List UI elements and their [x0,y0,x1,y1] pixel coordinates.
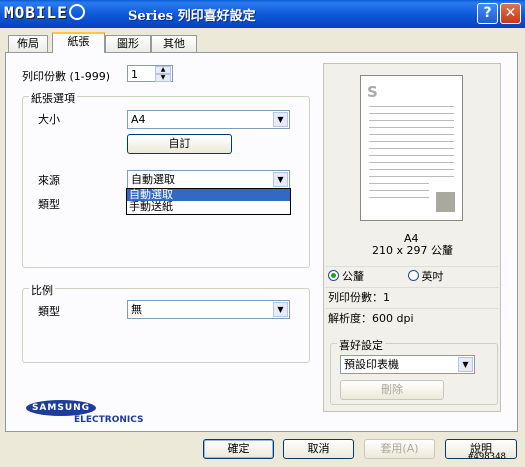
copies-spinner[interactable]: ▲ ▼ [155,66,171,83]
title-close-button[interactable]: ✕ [500,3,521,24]
apply-button[interactable]: 套用(A) [364,439,435,459]
delete-favorite-button[interactable]: 刪除 [340,380,444,400]
source-select[interactable]: 自動選取 ▼ [127,170,290,189]
unit-mm-radio[interactable]: 公釐 [328,270,364,283]
paper-dimensions: 210 x 297 公釐 [372,244,453,257]
unit-inch-radio[interactable]: 英吋 [407,270,444,283]
tab-other[interactable]: 其他 [151,35,197,52]
chevron-down-icon[interactable]: ▼ [273,112,288,127]
title-help-button[interactable]: ? [477,3,498,24]
window-title: Series 列印喜好設定 [128,9,256,24]
scaling-title: 比例 [29,282,55,298]
copies-label: 列印份數 (1-999) [22,70,111,83]
copies-info: 列印份數：1 [325,287,499,307]
app-logo: MOBILE [4,3,124,23]
scaling-type-select[interactable]: 無 ▼ [127,300,290,319]
copies-value: 1 [131,68,138,81]
radio-off-icon[interactable] [407,270,419,281]
custom-size-button[interactable]: 自訂 [127,134,232,154]
scaling-type-label: 類型 [38,305,60,318]
watermark-text: #498348 [468,452,506,462]
size-label: 大小 [38,113,60,126]
logo-ring-icon [68,4,85,20]
chevron-down-icon[interactable]: ▼ [458,357,473,372]
paper-options-title: 紙張選項 [29,90,77,106]
copies-input[interactable]: 1 ▲ ▼ [127,65,173,82]
size-value: A4 [131,113,146,126]
tab-graphics[interactable]: 圖形 [105,35,151,52]
logo-text: MOBILE [4,3,68,22]
favorites-title: 喜好設定 [337,337,385,353]
chevron-down-icon[interactable]: ▼ [273,172,288,187]
spin-down-icon[interactable]: ▼ [155,74,171,82]
tab-layout[interactable]: 佈局 [8,35,48,52]
favorites-select[interactable]: 預設印表機 ▼ [340,355,475,374]
chevron-down-icon[interactable]: ▼ [273,302,288,317]
size-select[interactable]: A4 ▼ [127,110,290,129]
type-label: 類型 [38,198,60,211]
samsung-logo: SAMSUNG ELECTRONICS [26,398,144,426]
spin-up-icon[interactable]: ▲ [155,66,171,74]
tab-paper[interactable]: 紙張 [52,32,105,53]
units-row: 公釐 英吋 [325,266,499,286]
samsung-name: SAMSUNG [26,400,96,416]
title-bar: MOBILE Series 列印喜好設定 ? ✕ [0,0,525,28]
preview-image-block [436,192,455,212]
source-value: 自動選取 [131,173,175,186]
source-dropdown-list[interactable]: 自動選取 手動送紙 [126,188,291,215]
radio-on-icon[interactable] [328,270,339,281]
favorites-value: 預設印表機 [344,358,399,371]
scaling-type-value: 無 [131,303,142,316]
paper-letter: S [367,83,378,101]
samsung-sub: ELECTRONICS [74,415,144,425]
cancel-button[interactable]: 取消 [283,439,354,459]
dropdown-option[interactable]: 手動送紙 [127,201,290,213]
resolution-info: 解析度：600 dpi [325,308,499,328]
source-label: 來源 [38,174,60,187]
paper-preview: S [360,75,463,221]
ok-button[interactable]: 確定 [203,439,274,459]
